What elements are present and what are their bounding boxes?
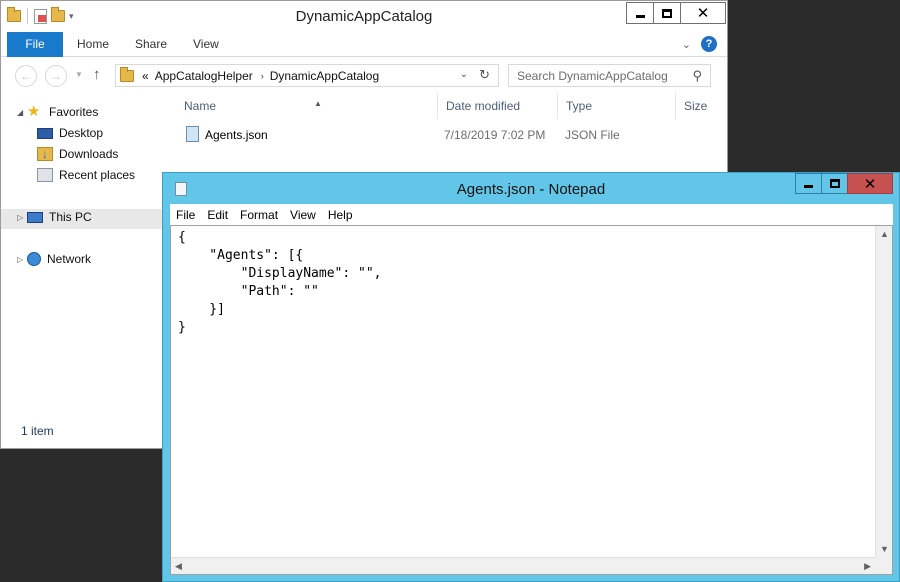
column-header-name[interactable]: Name ▲ <box>176 93 438 119</box>
file-row[interactable]: Agents.json 7/18/2019 7:02 PM JSON File <box>164 125 724 145</box>
help-icon[interactable]: ? <box>701 36 717 52</box>
notepad-caption-buttons: ✕ <box>795 173 893 194</box>
expand-icon[interactable]: ▷ <box>17 255 27 264</box>
menu-edit[interactable]: Edit <box>201 208 234 222</box>
menu-format[interactable]: Format <box>234 208 284 222</box>
maximize-icon <box>829 179 840 188</box>
maximize-button[interactable] <box>821 173 848 194</box>
horizontal-scrollbar[interactable]: ◀ ▶ <box>171 557 875 574</box>
notepad-title: Agents.json - Notepad <box>456 181 606 198</box>
nav-label-this-pc: This PC <box>49 210 92 224</box>
close-button[interactable]: ✕ <box>680 2 726 24</box>
editor-text[interactable]: { "Agents": [{ "DisplayName": "", "Path"… <box>178 229 382 337</box>
column-header-date[interactable]: Date modified <box>438 93 558 119</box>
expand-icon[interactable]: ▷ <box>17 213 27 222</box>
minimize-button[interactable] <box>626 2 654 24</box>
tab-share[interactable]: Share <box>135 32 167 57</box>
tab-view[interactable]: View <box>193 32 219 57</box>
sort-ascending-icon: ▲ <box>314 99 322 108</box>
recent-places-icon <box>37 168 53 182</box>
notepad-editor[interactable]: { "Agents": [{ "DisplayName": "", "Path"… <box>170 225 893 575</box>
search-input[interactable]: Search DynamicAppCatalog ⚲ <box>508 64 711 87</box>
nav-item-favorites[interactable]: ◢ ★ Favorites <box>17 103 99 120</box>
explorer-title: DynamicAppCatalog <box>295 8 433 25</box>
desktop-icon <box>37 127 53 139</box>
close-icon: ✕ <box>863 174 877 193</box>
status-bar-item-count: 1 item <box>21 424 54 438</box>
vertical-scrollbar[interactable]: ▲ ▼ <box>875 226 892 557</box>
breadcrumb-appcataloghelper[interactable]: AppCatalogHelper <box>155 69 253 83</box>
file-type: JSON File <box>565 128 620 142</box>
ribbon-tabs: File Home Share View ⌄ ? <box>1 32 727 57</box>
nav-item-network[interactable]: ▷ Network <box>17 252 91 266</box>
navigation-pane: ◢ ★ Favorites Desktop Downloads Recent p… <box>1 97 164 417</box>
nav-item-this-pc[interactable]: ▷ This PC <box>17 210 92 224</box>
expand-ribbon-icon[interactable]: ⌄ <box>682 38 691 51</box>
nav-item-recent-places[interactable]: Recent places <box>37 168 135 182</box>
close-icon: ✕ <box>696 4 710 22</box>
maximize-button[interactable] <box>653 2 681 24</box>
minimize-button[interactable] <box>795 173 822 194</box>
computer-icon <box>27 211 43 223</box>
tab-file[interactable]: File <box>7 32 63 57</box>
explorer-caption-buttons: ✕ <box>626 2 726 24</box>
scroll-right-icon[interactable]: ▶ <box>864 561 871 572</box>
scroll-up-icon[interactable]: ▲ <box>880 229 889 239</box>
tab-home[interactable]: Home <box>77 32 109 57</box>
menu-file[interactable]: File <box>170 208 201 222</box>
menu-view[interactable]: View <box>284 208 322 222</box>
nav-label-network: Network <box>47 252 92 266</box>
search-placeholder: Search DynamicAppCatalog <box>517 69 668 83</box>
back-button[interactable]: ← <box>15 65 37 87</box>
maximize-icon <box>662 8 672 18</box>
address-row: ← → ▼ ↑ « AppCatalogHelper › DynamicAppC… <box>1 58 727 92</box>
menu-help[interactable]: Help <box>322 208 359 222</box>
column-header-type[interactable]: Type <box>558 93 676 119</box>
downloads-icon <box>37 147 53 161</box>
breadcrumb-separator-icon[interactable]: › <box>261 71 264 81</box>
forward-button[interactable]: → <box>45 65 67 87</box>
folder-icon <box>120 66 134 82</box>
close-button[interactable]: ✕ <box>847 173 893 194</box>
notepad-menubar: File Edit Format View Help <box>170 204 893 225</box>
json-file-icon <box>186 126 199 142</box>
refresh-icon[interactable]: ↻ <box>479 67 490 83</box>
ribbon-right-controls: ⌄ ? <box>682 36 717 52</box>
explorer-titlebar: ▾ DynamicAppCatalog ✕ <box>1 1 727 32</box>
scroll-left-icon[interactable]: ◀ <box>175 561 182 572</box>
file-date: 7/18/2019 7:02 PM <box>444 128 546 142</box>
address-dropdown-icon[interactable]: ⌄ <box>460 69 468 80</box>
collapse-icon[interactable]: ◢ <box>17 108 27 117</box>
network-icon <box>27 252 41 266</box>
breadcrumb-overflow[interactable]: « <box>142 69 149 83</box>
star-icon: ★ <box>27 103 41 120</box>
nav-label-recent: Recent places <box>59 168 136 182</box>
column-name-label: Name <box>184 99 217 113</box>
recent-locations-icon[interactable]: ▼ <box>75 70 83 79</box>
column-header-size[interactable]: Size <box>676 93 724 119</box>
nav-item-desktop[interactable]: Desktop <box>37 126 103 140</box>
notepad-window: Agents.json - Notepad ✕ File Edit Format… <box>162 172 900 582</box>
nav-item-downloads[interactable]: Downloads <box>37 147 118 161</box>
nav-label-favorites: Favorites <box>49 105 99 119</box>
address-bar[interactable]: « AppCatalogHelper › DynamicAppCatalog ⌄… <box>115 64 499 87</box>
scroll-down-icon[interactable]: ▼ <box>880 544 889 554</box>
minimize-icon <box>804 185 813 188</box>
up-button[interactable]: ↑ <box>93 66 101 83</box>
breadcrumb-dynamicappcatalog[interactable]: DynamicAppCatalog <box>270 69 379 83</box>
minimize-icon <box>635 14 645 18</box>
search-icon[interactable]: ⚲ <box>692 68 702 84</box>
nav-label-downloads: Downloads <box>59 147 119 161</box>
file-name: Agents.json <box>205 128 268 142</box>
scrollbar-corner <box>875 557 892 574</box>
nav-label-desktop: Desktop <box>59 126 104 140</box>
